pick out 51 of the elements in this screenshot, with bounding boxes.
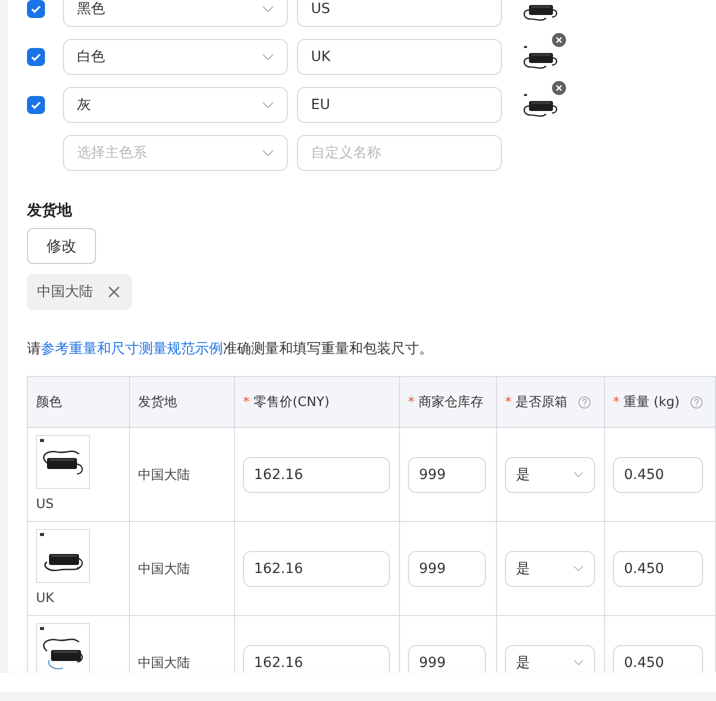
price-field[interactable]: 162.16 [243,644,390,672]
remove-icon[interactable] [552,81,566,95]
chevron-icon [573,565,584,572]
required-mark: * [408,394,414,410]
header-label: 颜色 [36,394,62,411]
required-mark: * [613,394,620,410]
color-label: UK [36,591,56,606]
header-label: 商家仓库存 [418,394,484,411]
original-box-select[interactable]: 是 [505,456,595,492]
header-label: 是否原箱 [516,394,568,411]
color-select[interactable]: 黑色 [63,0,288,27]
header-label: 零售价(CNY) [254,394,330,411]
checkbox[interactable] [27,96,45,114]
color-select[interactable]: 白色 [63,39,288,75]
chevron-icon [262,101,274,109]
edit-button[interactable]: 修改 [27,228,96,264]
remove-icon[interactable] [552,33,566,47]
tag-label: 中国大陆 [37,283,93,301]
price-field[interactable]: 162.16 [243,550,390,586]
original-box-select[interactable]: 是 [505,644,595,672]
chevron-icon [573,659,584,666]
table-cell: 中国大陆 [130,522,234,616]
notice-text: 请参考重量和尺寸测量规范示例准确测量和填写重量和包装尺寸。 [27,340,434,358]
required-mark: * [243,394,250,410]
header-label: 发货地 [138,394,177,411]
color-select[interactable]: 灰 [63,87,288,123]
stock-field[interactable]: 999 [408,644,486,672]
chevron-icon [262,5,274,13]
chevron-icon [573,471,584,478]
chevron-icon [262,149,274,157]
weight-field[interactable]: 0.450 [613,456,703,492]
weight-field[interactable]: 0.450 [613,644,703,672]
close-icon[interactable] [108,286,120,298]
guide-link[interactable]: 参考重量和尺寸测量规范示例 [41,341,223,357]
checkbox[interactable] [27,0,45,18]
name-field[interactable]: 自定义名称 [297,135,502,171]
name-field[interactable]: EU [297,87,502,123]
price-field[interactable]: 162.16 [243,456,390,492]
stock-field[interactable]: 999 [408,550,486,586]
section-title: 发货地 [27,201,74,220]
stock-field[interactable]: 999 [408,456,486,492]
checkbox[interactable] [27,48,45,66]
name-field[interactable]: UK [297,39,502,75]
name-field[interactable]: US [297,0,502,27]
chevron-icon [262,53,274,61]
weight-field[interactable]: 0.450 [613,550,703,586]
table-cell: 中国大陆 [130,428,234,522]
color-label: US [36,497,55,512]
required-mark: * [505,394,512,410]
header-label: 重量 (kg) [624,394,680,411]
original-box-select[interactable]: 是 [505,550,595,586]
